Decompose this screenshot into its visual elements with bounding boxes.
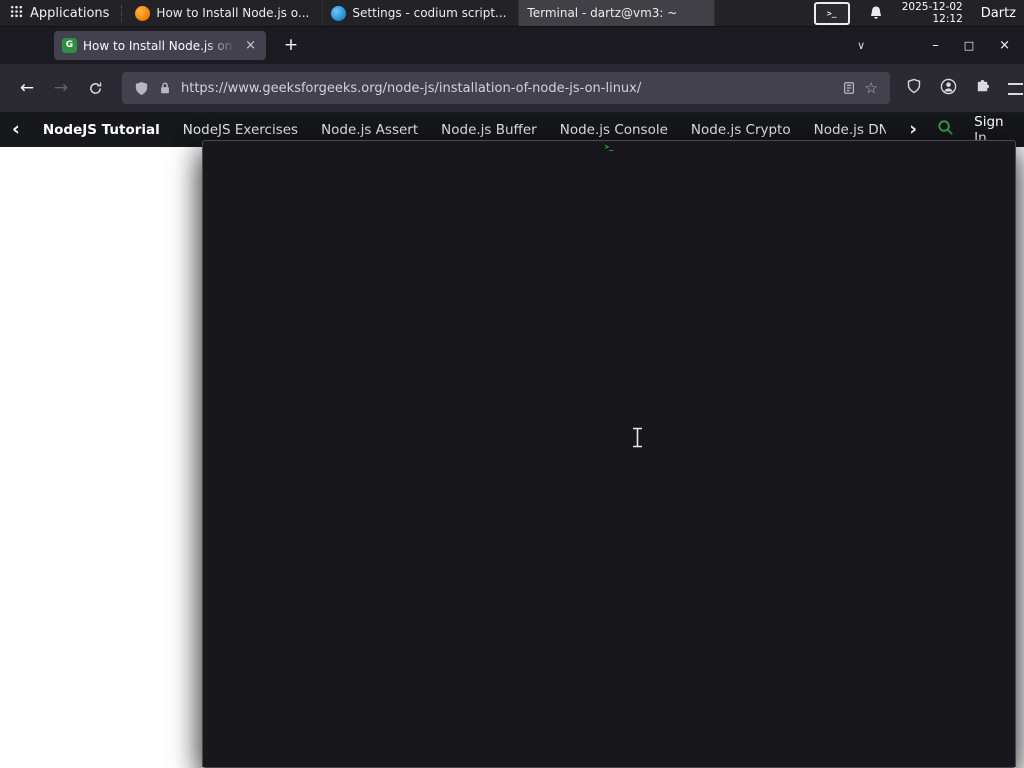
site-nav-link[interactable]: Node.js DNS <box>814 122 887 138</box>
browser-tab[interactable]: G How to Install Node.js on × <box>54 31 266 60</box>
lock-icon[interactable] <box>158 81 172 95</box>
site-nav-link[interactable]: NodeJS Tutorial <box>43 122 160 138</box>
forward-button[interactable]: → <box>46 73 76 103</box>
bookmark-star-icon[interactable]: ☆ <box>865 79 878 97</box>
panel-right: >_ 2025-12-02 12:12 Dartz <box>813 0 1024 26</box>
firefox-icon <box>135 5 151 21</box>
url-bar[interactable]: https://www.geeksforgeeks.org/node-js/in… <box>122 72 890 104</box>
window-minimize-button[interactable]: – <box>932 38 939 53</box>
clock[interactable]: 2025-12-02 12:12 <box>902 1 963 25</box>
tab-strip: G How to Install Node.js on × + ∨ – □ × <box>0 27 1024 64</box>
window-close-button[interactable]: × <box>999 38 1010 53</box>
desktop: Applications How to Install Node.js o...… <box>0 0 1024 768</box>
tray-terminal-glyph: >_ <box>826 8 837 18</box>
url-text[interactable]: https://www.geeksforgeeks.org/node-js/in… <box>181 81 833 96</box>
site-nav-link[interactable]: Node.js Console <box>560 122 668 138</box>
tab-close-icon[interactable]: × <box>243 38 258 53</box>
back-button[interactable]: ← <box>12 73 42 103</box>
search-icon[interactable] <box>937 119 954 140</box>
top-panel: Applications How to Install Node.js o...… <box>0 0 1024 768</box>
taskbar: How to Install Node.js o... Settings - co… <box>127 0 1016 768</box>
tabstrip-right: ∨ – □ × <box>857 38 1024 53</box>
site-nav-link[interactable]: Node.js Assert <box>321 122 418 138</box>
applications-icon <box>10 5 23 22</box>
list-all-tabs-icon[interactable]: ∨ <box>857 39 865 52</box>
tray-terminal-icon[interactable]: >_ <box>813 1 850 25</box>
nav-scroll-left-icon[interactable]: ‹ <box>12 120 20 139</box>
site-nav-link[interactable]: NodeJS Exercises <box>183 122 298 138</box>
gfg-favicon: G <box>62 38 77 53</box>
taskbar-item[interactable]: Settings - codium script... <box>323 0 520 26</box>
notifications-bell-icon[interactable] <box>868 5 884 21</box>
taskbar-item-title: Settings - codium script... <box>352 6 507 20</box>
site-nav-link[interactable]: Node.js Crypto <box>691 122 791 138</box>
applications-menu[interactable]: Applications <box>0 0 119 26</box>
reload-button[interactable] <box>80 73 110 103</box>
panel-separator <box>121 4 125 22</box>
codium-icon <box>331 5 347 21</box>
new-tab-button[interactable]: + <box>278 33 304 59</box>
taskbar-item[interactable]: >_ Terminal - dartz@vm3: ~ <box>202 0 1016 768</box>
taskbar-item-title: Terminal - dartz@vm3: ~ <box>527 6 678 20</box>
taskbar-item-title: How to Install Node.js o... <box>156 6 310 20</box>
clock-date: 2025-12-02 <box>901 1 963 13</box>
window-maximize-button[interactable]: □ <box>964 39 974 52</box>
user-menu[interactable]: Dartz <box>981 6 1016 21</box>
taskbar-item[interactable]: How to Install Node.js o... <box>127 0 324 26</box>
clock-time: 12:12 <box>932 13 963 25</box>
extension-shield-icon[interactable] <box>906 78 922 98</box>
browser-toolbar: ← → https://www.geeksforgeeks.org/node-j… <box>0 64 1024 112</box>
nav-scroll-right-icon[interactable]: › <box>909 120 917 139</box>
tracking-shield-icon[interactable] <box>134 81 149 96</box>
applications-label: Applications <box>30 5 110 21</box>
reader-view-icon[interactable] <box>842 81 856 95</box>
site-nav-link[interactable]: Node.js Buffer <box>441 122 537 138</box>
extensions-puzzle-icon[interactable] <box>975 79 990 98</box>
account-icon[interactable] <box>940 78 957 99</box>
toolbar-icons <box>902 78 1012 99</box>
tab-title: How to Install Node.js on <box>83 38 233 53</box>
site-nav-links: NodeJS Tutorial NodeJS Exercises Node.js A… <box>43 122 886 138</box>
